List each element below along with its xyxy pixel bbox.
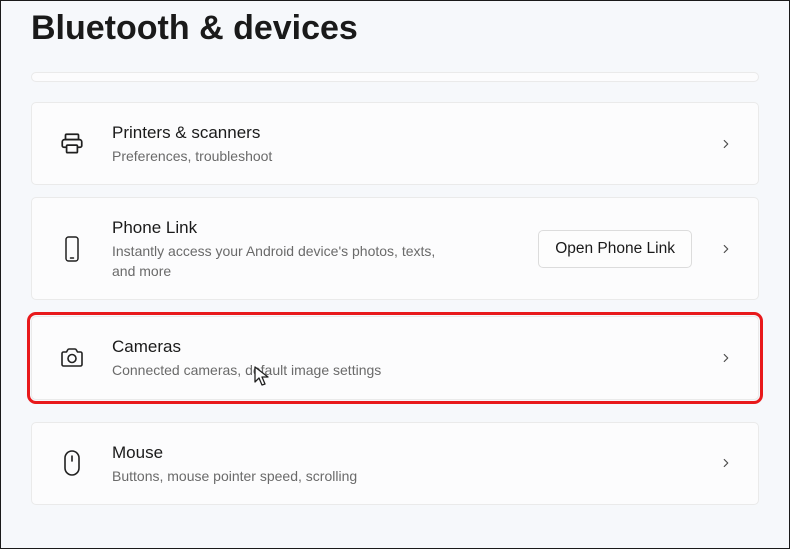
settings-item-cameras[interactable]: Cameras Connected cameras, default image… (31, 316, 759, 399)
item-title: Mouse (112, 441, 716, 465)
chevron-right-icon (716, 348, 736, 368)
item-subtitle: Buttons, mouse pointer speed, scrolling (112, 467, 442, 487)
open-phone-link-button[interactable]: Open Phone Link (538, 230, 692, 268)
chevron-right-icon (716, 453, 736, 473)
item-subtitle: Instantly access your Android device's p… (112, 242, 442, 281)
item-subtitle: Preferences, troubleshoot (112, 147, 442, 167)
settings-item-mouse[interactable]: Mouse Buttons, mouse pointer speed, scro… (31, 422, 759, 505)
chevron-right-icon (716, 239, 736, 259)
previous-card-edge (31, 72, 759, 82)
page-title: Bluetooth & devices (31, 1, 759, 72)
chevron-right-icon (716, 134, 736, 154)
camera-icon (54, 346, 90, 370)
item-title: Phone Link (112, 216, 538, 240)
mouse-icon (54, 448, 90, 478)
item-title: Cameras (112, 335, 716, 359)
settings-item-phone-link[interactable]: Phone Link Instantly access your Android… (31, 197, 759, 300)
settings-item-printers[interactable]: Printers & scanners Preferences, trouble… (31, 102, 759, 185)
printer-icon (54, 131, 90, 157)
phone-icon (54, 235, 90, 263)
item-title: Printers & scanners (112, 121, 716, 145)
item-subtitle: Connected cameras, default image setting… (112, 361, 442, 381)
